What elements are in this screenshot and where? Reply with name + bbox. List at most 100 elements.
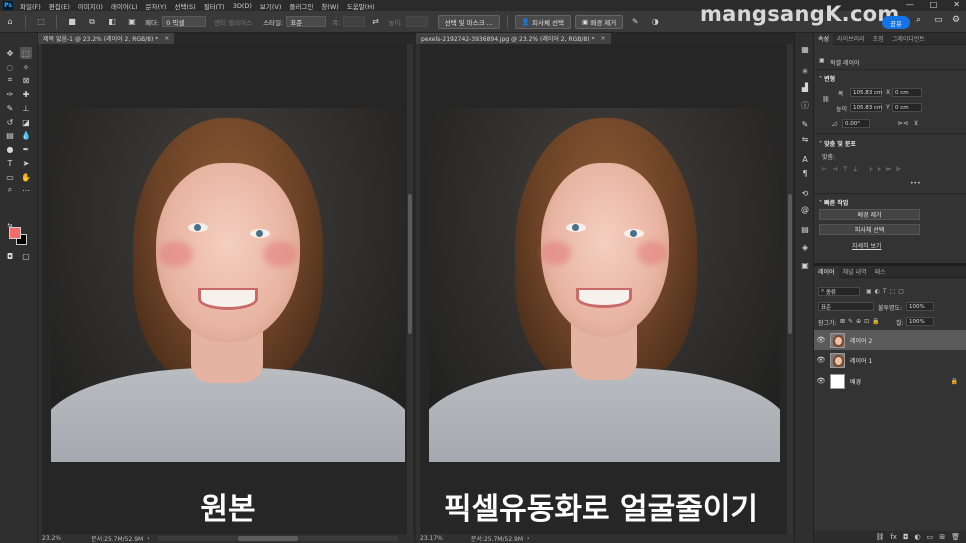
screen-mode-icon[interactable]: ▢	[20, 250, 32, 262]
align-section[interactable]: ˅ 맞춤 및 분포	[819, 139, 856, 148]
blend-mode-select[interactable]: 표준	[818, 302, 874, 311]
type-tool-icon[interactable]: T	[4, 157, 16, 169]
healing-brush-icon[interactable]: ✚	[20, 88, 32, 100]
fill-field[interactable]: 100%	[906, 317, 934, 326]
tab-gradients[interactable]: 그레이디언트	[888, 33, 929, 45]
settings-icon[interactable]: ⚙	[952, 15, 960, 25]
fx-icon[interactable]: fx	[890, 533, 897, 541]
quick-select-subject-button[interactable]: 피사체 선택	[819, 224, 920, 235]
vertical-scrollbar[interactable]	[787, 44, 793, 534]
adjustment-layer-icon[interactable]: ◐	[915, 533, 921, 541]
menu-3d[interactable]: 3D(D)	[229, 2, 256, 10]
document-tab-1[interactable]: 제목 없음-1 @ 23.2% (레이어 2, RGB/8) * ×	[38, 33, 175, 44]
swap-colors-icon[interactable]: ⇆	[4, 219, 16, 231]
link-layers-icon[interactable]: ⛓	[875, 533, 884, 541]
add-selection-icon[interactable]: ⧉	[86, 16, 98, 28]
share-button[interactable]: 공유	[882, 16, 910, 29]
opacity-field[interactable]: 100%	[906, 302, 934, 311]
layers-panel-icon[interactable]: ▤	[799, 223, 811, 235]
menu-select[interactable]: 선택(S)	[171, 1, 200, 11]
horizontal-scrollbar[interactable]	[158, 536, 398, 541]
paragraph-icon[interactable]: ¶	[799, 167, 811, 179]
select-subject-button[interactable]: 👤 피사체 선택	[514, 14, 571, 29]
info-icon[interactable]: ⓘ	[799, 99, 811, 111]
rect-marquee-tool-icon[interactable]: ⬚	[20, 47, 32, 59]
contrast-icon[interactable]: ◑	[649, 16, 661, 28]
close-button[interactable]: ✕	[953, 0, 960, 9]
crop-tool-icon[interactable]: ⌗	[4, 74, 16, 86]
doc-info[interactable]: 문서:25.7M/52.9M	[91, 534, 143, 543]
angle-field[interactable]: 0.00°	[842, 119, 870, 128]
menu-image[interactable]: 이미지(I)	[74, 1, 107, 11]
actions-icon[interactable]: ⟲	[799, 187, 811, 199]
paths-icon[interactable]: ▣	[799, 259, 811, 271]
glyphs-icon[interactable]: @	[799, 203, 811, 215]
zoom-tool-icon[interactable]: ⌕	[4, 184, 16, 196]
maximize-button[interactable]: □	[930, 0, 938, 9]
more-tools-icon[interactable]: ⋯	[20, 184, 32, 196]
tab-adjustments[interactable]: 조정	[869, 33, 888, 45]
visibility-eye-icon[interactable]: 👁	[814, 356, 828, 364]
tab-libraries[interactable]: 라이브러리	[833, 33, 869, 45]
select-and-mask-button[interactable]: 선택 및 마스크 ...	[437, 14, 500, 29]
chevron-right-icon[interactable]: ›	[527, 535, 529, 542]
tab-channels[interactable]: 채널 내역	[839, 266, 871, 278]
tab-properties[interactable]: 속성	[814, 32, 834, 45]
flip-vertical-icon[interactable]: ⊻	[914, 120, 918, 127]
eyedropper-tool-icon[interactable]: ✑	[4, 88, 16, 100]
visibility-eye-icon[interactable]: 👁	[814, 377, 828, 385]
doc-info[interactable]: 문서:25.7M/52.9M	[471, 534, 523, 543]
home-icon[interactable]: ⌂	[4, 16, 16, 28]
zoom-level[interactable]: 23.17%	[420, 535, 443, 542]
antialias-checkbox[interactable]: 앤티 앨리어스	[214, 17, 252, 27]
frame-tool-icon[interactable]: ⊠	[20, 74, 32, 86]
blur-tool-icon[interactable]: 💧	[20, 129, 32, 141]
x-field[interactable]: 0 cm	[892, 88, 922, 97]
quick-select-tool-icon[interactable]: ✧	[20, 61, 32, 73]
vertical-scrollbar[interactable]	[407, 44, 413, 534]
hand-tool-icon[interactable]: ✋	[20, 171, 32, 183]
layer-filter-icons[interactable]: ▣◐T⬚▢	[866, 288, 907, 295]
chevron-right-icon[interactable]: ›	[147, 535, 149, 542]
lasso-tool-icon[interactable]: ◌	[4, 61, 16, 73]
character-icon[interactable]: A	[799, 153, 811, 165]
visibility-eye-icon[interactable]: 👁	[814, 336, 828, 344]
gradient-tool-icon[interactable]: ▤	[4, 129, 16, 141]
path-select-icon[interactable]: ➤	[20, 157, 32, 169]
history-brush-icon[interactable]: ↺	[4, 116, 16, 128]
layer-row[interactable]: 👁 레이어 2	[814, 330, 966, 350]
y-field[interactable]: 0 cm	[892, 103, 922, 112]
clone-stamp-icon[interactable]: ⊥	[20, 102, 32, 114]
zoom-level[interactable]: 23.2%	[42, 535, 61, 542]
menu-type[interactable]: 문자(Y)	[142, 1, 171, 11]
pen-tool-icon[interactable]: ✒	[20, 143, 32, 155]
tab-paths[interactable]: 패스	[871, 266, 890, 278]
portrait-image-liquified[interactable]	[429, 108, 780, 462]
channels-icon[interactable]: ◈	[799, 241, 811, 253]
brush-settings-icon[interactable]: ✎	[799, 118, 811, 130]
new-group-icon[interactable]: ▭	[927, 533, 934, 541]
menu-plugins[interactable]: 플러그인	[285, 1, 317, 11]
close-tab-icon[interactable]: ×	[164, 35, 169, 42]
menu-help[interactable]: 도움말(H)	[343, 1, 379, 11]
adjust-icon[interactable]: ⇋	[799, 133, 811, 145]
menu-layer[interactable]: 레이어(L)	[107, 1, 142, 11]
height-input[interactable]	[405, 16, 428, 27]
marquee-tool-icon[interactable]: ⬚	[35, 16, 47, 28]
brush-icon[interactable]: ✎	[629, 16, 641, 28]
learn-more-link[interactable]: 자세히 보기	[852, 241, 882, 250]
dodge-tool-icon[interactable]: ●	[4, 143, 16, 155]
add-mask-icon[interactable]: ◘	[903, 533, 909, 541]
swap-icon[interactable]: ⇄	[369, 16, 381, 28]
lock-icons[interactable]: ⊠✎⊕⊡🔒	[840, 318, 883, 325]
flip-horizontal-icon[interactable]: ⊳⊲	[898, 120, 908, 127]
feather-input[interactable]: 0 픽셀	[162, 16, 207, 27]
move-tool-icon[interactable]: ✥	[4, 47, 16, 59]
workspace-icon[interactable]: ▭	[934, 15, 943, 25]
trash-icon[interactable]: 🗑	[951, 533, 960, 541]
portrait-image[interactable]	[51, 108, 405, 462]
eraser-tool-icon[interactable]: ◪	[20, 116, 32, 128]
document-tab-2[interactable]: pexels-2192742-3936894.jpg @ 23.2% (레이어 …	[416, 33, 611, 44]
menu-view[interactable]: 보기(V)	[256, 1, 285, 11]
subtract-selection-icon[interactable]: ◧	[106, 16, 118, 28]
